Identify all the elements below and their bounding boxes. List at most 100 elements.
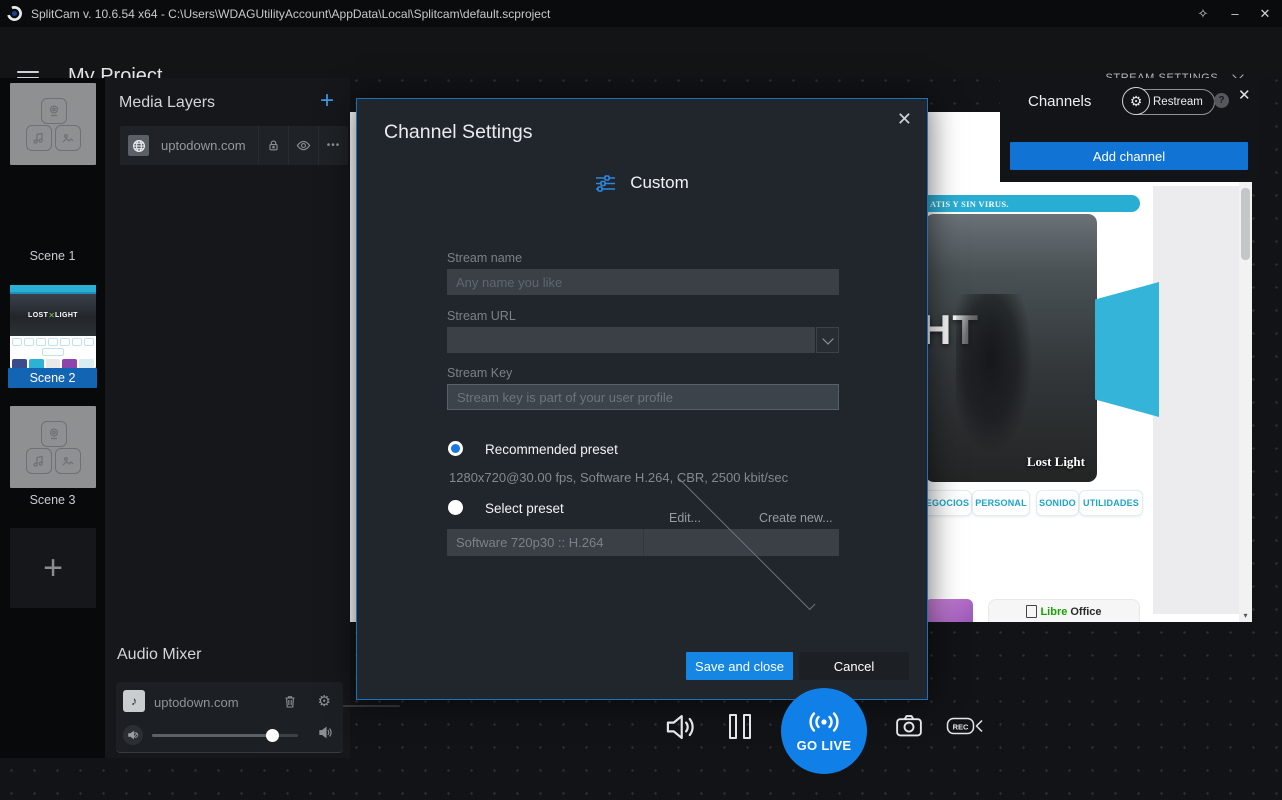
photo-icon xyxy=(55,448,81,474)
cancel-button[interactable]: Cancel xyxy=(799,652,909,680)
preset-select-arrow xyxy=(643,529,840,556)
libreoffice-card[interactable]: LibreOffice xyxy=(988,599,1140,622)
broadcast-icon xyxy=(803,709,845,735)
minimize-button[interactable]: – xyxy=(1220,0,1250,27)
pause-button[interactable] xyxy=(729,714,751,739)
music-note-glyph: ♪ xyxy=(131,694,137,708)
app-tile-thumbnail xyxy=(925,599,973,622)
master-volume-button[interactable] xyxy=(663,711,699,743)
edit-preset-link[interactable]: Edit... xyxy=(669,511,701,525)
game-caption: Lost Light xyxy=(1027,454,1085,470)
restream-gear-icon: ⚙ xyxy=(1122,87,1150,115)
channel-type-label: Custom xyxy=(630,173,689,193)
category-pill[interactable]: SONIDO xyxy=(1036,490,1079,516)
mini-banner-text-left: LOST xyxy=(28,312,48,319)
restream-label: Restream xyxy=(1153,96,1203,108)
save-and-close-button[interactable]: Save and close xyxy=(686,652,793,680)
pin-icon[interactable]: ✧ xyxy=(1188,0,1218,27)
record-button[interactable]: REC xyxy=(946,715,984,737)
channels-title: Channels xyxy=(1028,93,1091,110)
restream-button[interactable]: ⚙ Restream xyxy=(1124,89,1215,115)
stream-url-input[interactable] xyxy=(447,327,815,353)
scenes-sidebar: Scene 1 LOST✕LIGHT Scene 2 xyxy=(0,78,105,758)
rec-label: REC xyxy=(953,723,969,732)
music-icon xyxy=(26,125,52,151)
category-pill[interactable]: UTILIDADES xyxy=(1079,490,1143,516)
preset-select-value: Software 720p30 :: H.264 xyxy=(447,535,643,550)
cyan-ribbon xyxy=(1095,282,1159,417)
preview-scrollbar[interactable]: ▾ xyxy=(1239,112,1252,622)
plus-icon: + xyxy=(43,549,63,588)
category-pill[interactable]: EGOCIOS xyxy=(923,490,972,516)
help-button[interactable]: ? xyxy=(1214,93,1229,108)
splitcam-window: SplitCam v. 10.6.54 x64 - C:\Users\WDAGU… xyxy=(0,0,1282,800)
game-title-fragment: HT xyxy=(925,306,979,354)
libreoffice-text-green: Libre xyxy=(1040,606,1067,618)
scrollbar-thumb[interactable] xyxy=(1241,188,1250,260)
recommended-preset-label: Recommended preset xyxy=(485,442,618,457)
mini-game-banner: LOST✕LIGHT xyxy=(10,292,96,336)
speaker-icon xyxy=(318,725,333,740)
stream-name-input[interactable] xyxy=(447,269,839,295)
audio-mixer-channel: ♪ uptodown.com ⚙ xyxy=(116,682,343,753)
stream-url-dropdown-button[interactable] xyxy=(816,327,839,353)
add-channel-button[interactable]: Add channel xyxy=(1010,142,1248,170)
globe-icon xyxy=(128,135,149,156)
audio-mixer-title: Audio Mixer xyxy=(117,646,201,664)
libreoffice-text-dark: Office xyxy=(1070,606,1101,618)
add-media-layer-button[interactable]: + xyxy=(320,91,334,111)
webcam-icon xyxy=(41,98,67,124)
close-channels-icon[interactable]: ✕ xyxy=(1238,86,1251,104)
layer-visibility-button[interactable] xyxy=(288,126,318,165)
media-layer-row[interactable]: uptodown.com ••• xyxy=(120,126,348,165)
stream-key-input[interactable] xyxy=(447,384,839,410)
scene-placeholder-icons xyxy=(25,421,81,473)
mini-category-row xyxy=(10,336,96,348)
media-layers-title: Media Layers xyxy=(119,94,215,112)
stream-url-label: Stream URL xyxy=(447,309,516,323)
volume-slider-knob[interactable] xyxy=(266,729,279,742)
select-preset-label: Select preset xyxy=(485,501,564,516)
close-modal-button[interactable]: ✕ xyxy=(897,109,912,130)
channels-panel: Channels ⚙ Restream ? ✕ Add channel xyxy=(1000,78,1258,182)
scene-2-thumbnail[interactable]: LOST✕LIGHT xyxy=(10,285,96,368)
window-title: SplitCam v. 10.6.54 x64 - C:\Users\WDAGU… xyxy=(31,7,550,21)
scene-1-label[interactable]: Scene 1 xyxy=(0,249,105,263)
go-live-button[interactable]: GO LIVE xyxy=(781,688,867,774)
scene-2-label[interactable]: Scene 2 xyxy=(8,368,97,388)
recommended-preset-radio[interactable] xyxy=(448,441,463,456)
select-preset-radio[interactable] xyxy=(448,500,463,515)
modal-title: Channel Settings xyxy=(384,121,533,144)
audio-settings-gear-icon[interactable]: ⚙ xyxy=(318,692,331,710)
preset-select[interactable]: Software 720p30 :: H.264 xyxy=(447,529,839,556)
webcam-icon xyxy=(41,421,67,447)
title-bar: SplitCam v. 10.6.54 x64 - C:\Users\WDAGU… xyxy=(0,0,1282,27)
mini-banner-text-right: LIGHT xyxy=(55,312,78,319)
mini-banner-logo: ✕ xyxy=(48,311,55,320)
scrollbar-down-arrow[interactable]: ▾ xyxy=(1239,611,1252,620)
add-scene-button[interactable]: + xyxy=(10,528,96,608)
scene-placeholder-icons xyxy=(25,98,81,150)
music-icon xyxy=(26,448,52,474)
close-window-button[interactable]: ✕ xyxy=(1250,0,1280,27)
mini-category-row2 xyxy=(10,348,96,358)
trash-icon[interactable] xyxy=(283,694,297,709)
mute-button[interactable] xyxy=(123,725,143,745)
go-live-label: GO LIVE xyxy=(797,738,852,753)
volume-slider[interactable] xyxy=(152,734,298,737)
chevron-down-icon xyxy=(677,472,815,610)
lock-layer-button[interactable] xyxy=(258,126,288,165)
scene-3-thumbnail[interactable] xyxy=(10,406,96,488)
audio-channel-name: uptodown.com xyxy=(154,695,239,710)
category-pill[interactable]: PERSONAL xyxy=(972,490,1030,516)
webpage-banner-text: ATIS Y SIN VIRUS. xyxy=(930,199,1009,209)
photo-icon xyxy=(55,125,81,151)
channel-type-row: Custom xyxy=(357,173,927,193)
scene-3-label[interactable]: Scene 3 xyxy=(0,493,105,507)
stream-key-label: Stream Key xyxy=(447,366,512,380)
scene-1-thumbnail[interactable] xyxy=(10,83,96,165)
layer-options-button[interactable]: ••• xyxy=(318,126,348,165)
stream-name-label: Stream name xyxy=(447,251,522,265)
create-new-preset-link[interactable]: Create new... xyxy=(759,511,833,525)
screenshot-camera-button[interactable] xyxy=(894,711,924,741)
